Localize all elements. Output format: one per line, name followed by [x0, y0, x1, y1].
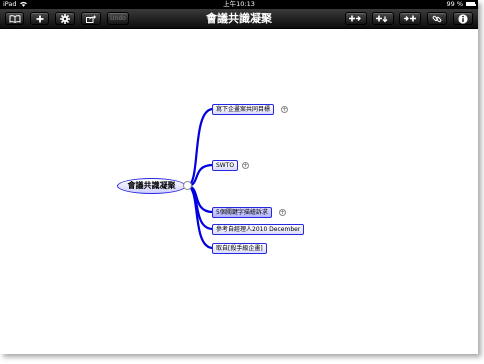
book-icon	[9, 14, 20, 23]
plus-icon	[36, 15, 43, 22]
mindmap-canvas[interactable]: 會議共識凝聚 寫下企畫案共同目標 + SWTO + 5個關鍵字描繪訴求 + 參考…	[0, 29, 478, 354]
mindmap-node-selected[interactable]: 5個關鍵字描繪訴求	[212, 207, 272, 218]
link-icon	[432, 15, 442, 22]
info-button[interactable]	[453, 12, 473, 25]
mindmap-node[interactable]: 寫下企畫案共同目標	[212, 104, 275, 115]
info-icon	[458, 13, 468, 24]
add-below-button[interactable]	[372, 12, 394, 25]
gear-icon	[60, 13, 70, 24]
share-button[interactable]	[81, 12, 101, 25]
status-time: 上午10:13	[223, 0, 255, 8]
add-below-icon	[376, 15, 388, 22]
undo-button[interactable]: Undo	[107, 12, 129, 25]
mindmap-branches	[185, 107, 215, 250]
battery-fill	[467, 3, 474, 5]
mindmap-node[interactable]: SWTO	[212, 160, 239, 171]
expand-icon[interactable]: +	[279, 209, 286, 216]
battery-icon	[466, 2, 476, 6]
document-title: 會議共識凝聚	[206, 12, 272, 25]
mindmap-node[interactable]: 參考自經理人2010 December	[212, 224, 305, 235]
add-button[interactable]	[30, 12, 49, 25]
mindmap-node[interactable]: 取自[殺手級企畫]	[212, 243, 267, 254]
expand-icon[interactable]: +	[281, 106, 288, 113]
link-button[interactable]	[427, 12, 447, 25]
branch-line	[185, 107, 215, 188]
documents-button[interactable]	[5, 12, 24, 25]
ipad-screen: iPad 上午10:13 99 % Undo 會議共識凝聚 會議共識凝聚 寫下企…	[0, 0, 478, 354]
root-node[interactable]: 會議共識凝聚	[117, 178, 186, 194]
root-connector[interactable]	[183, 181, 192, 190]
battery-percent: 99 %	[446, 0, 463, 8]
share-icon	[86, 14, 96, 23]
add-child-icon	[349, 15, 361, 21]
add-child-button[interactable]	[345, 12, 367, 25]
settings-button[interactable]	[55, 12, 75, 25]
toolbar: Undo 會議共識凝聚	[0, 9, 478, 29]
add-sibling-icon	[404, 15, 416, 21]
add-sibling-button[interactable]	[399, 12, 421, 25]
expand-icon[interactable]: +	[242, 162, 249, 169]
status-bar: iPad 上午10:13 99 %	[0, 0, 478, 9]
